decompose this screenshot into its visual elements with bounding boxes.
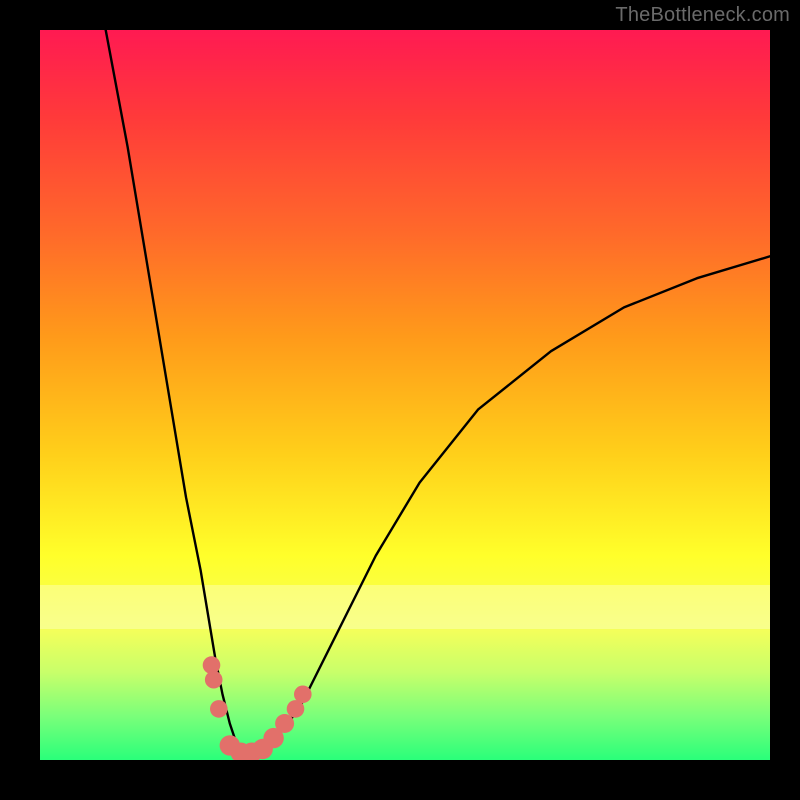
data-marker [294, 686, 312, 704]
bottleneck-curve [40, 30, 770, 760]
data-marker [210, 700, 228, 718]
plot-area [40, 30, 770, 760]
data-marker [275, 714, 294, 733]
data-marker [205, 671, 223, 689]
watermark-text: TheBottleneck.com [615, 4, 790, 27]
chart-frame: TheBottleneck.com [0, 0, 800, 800]
